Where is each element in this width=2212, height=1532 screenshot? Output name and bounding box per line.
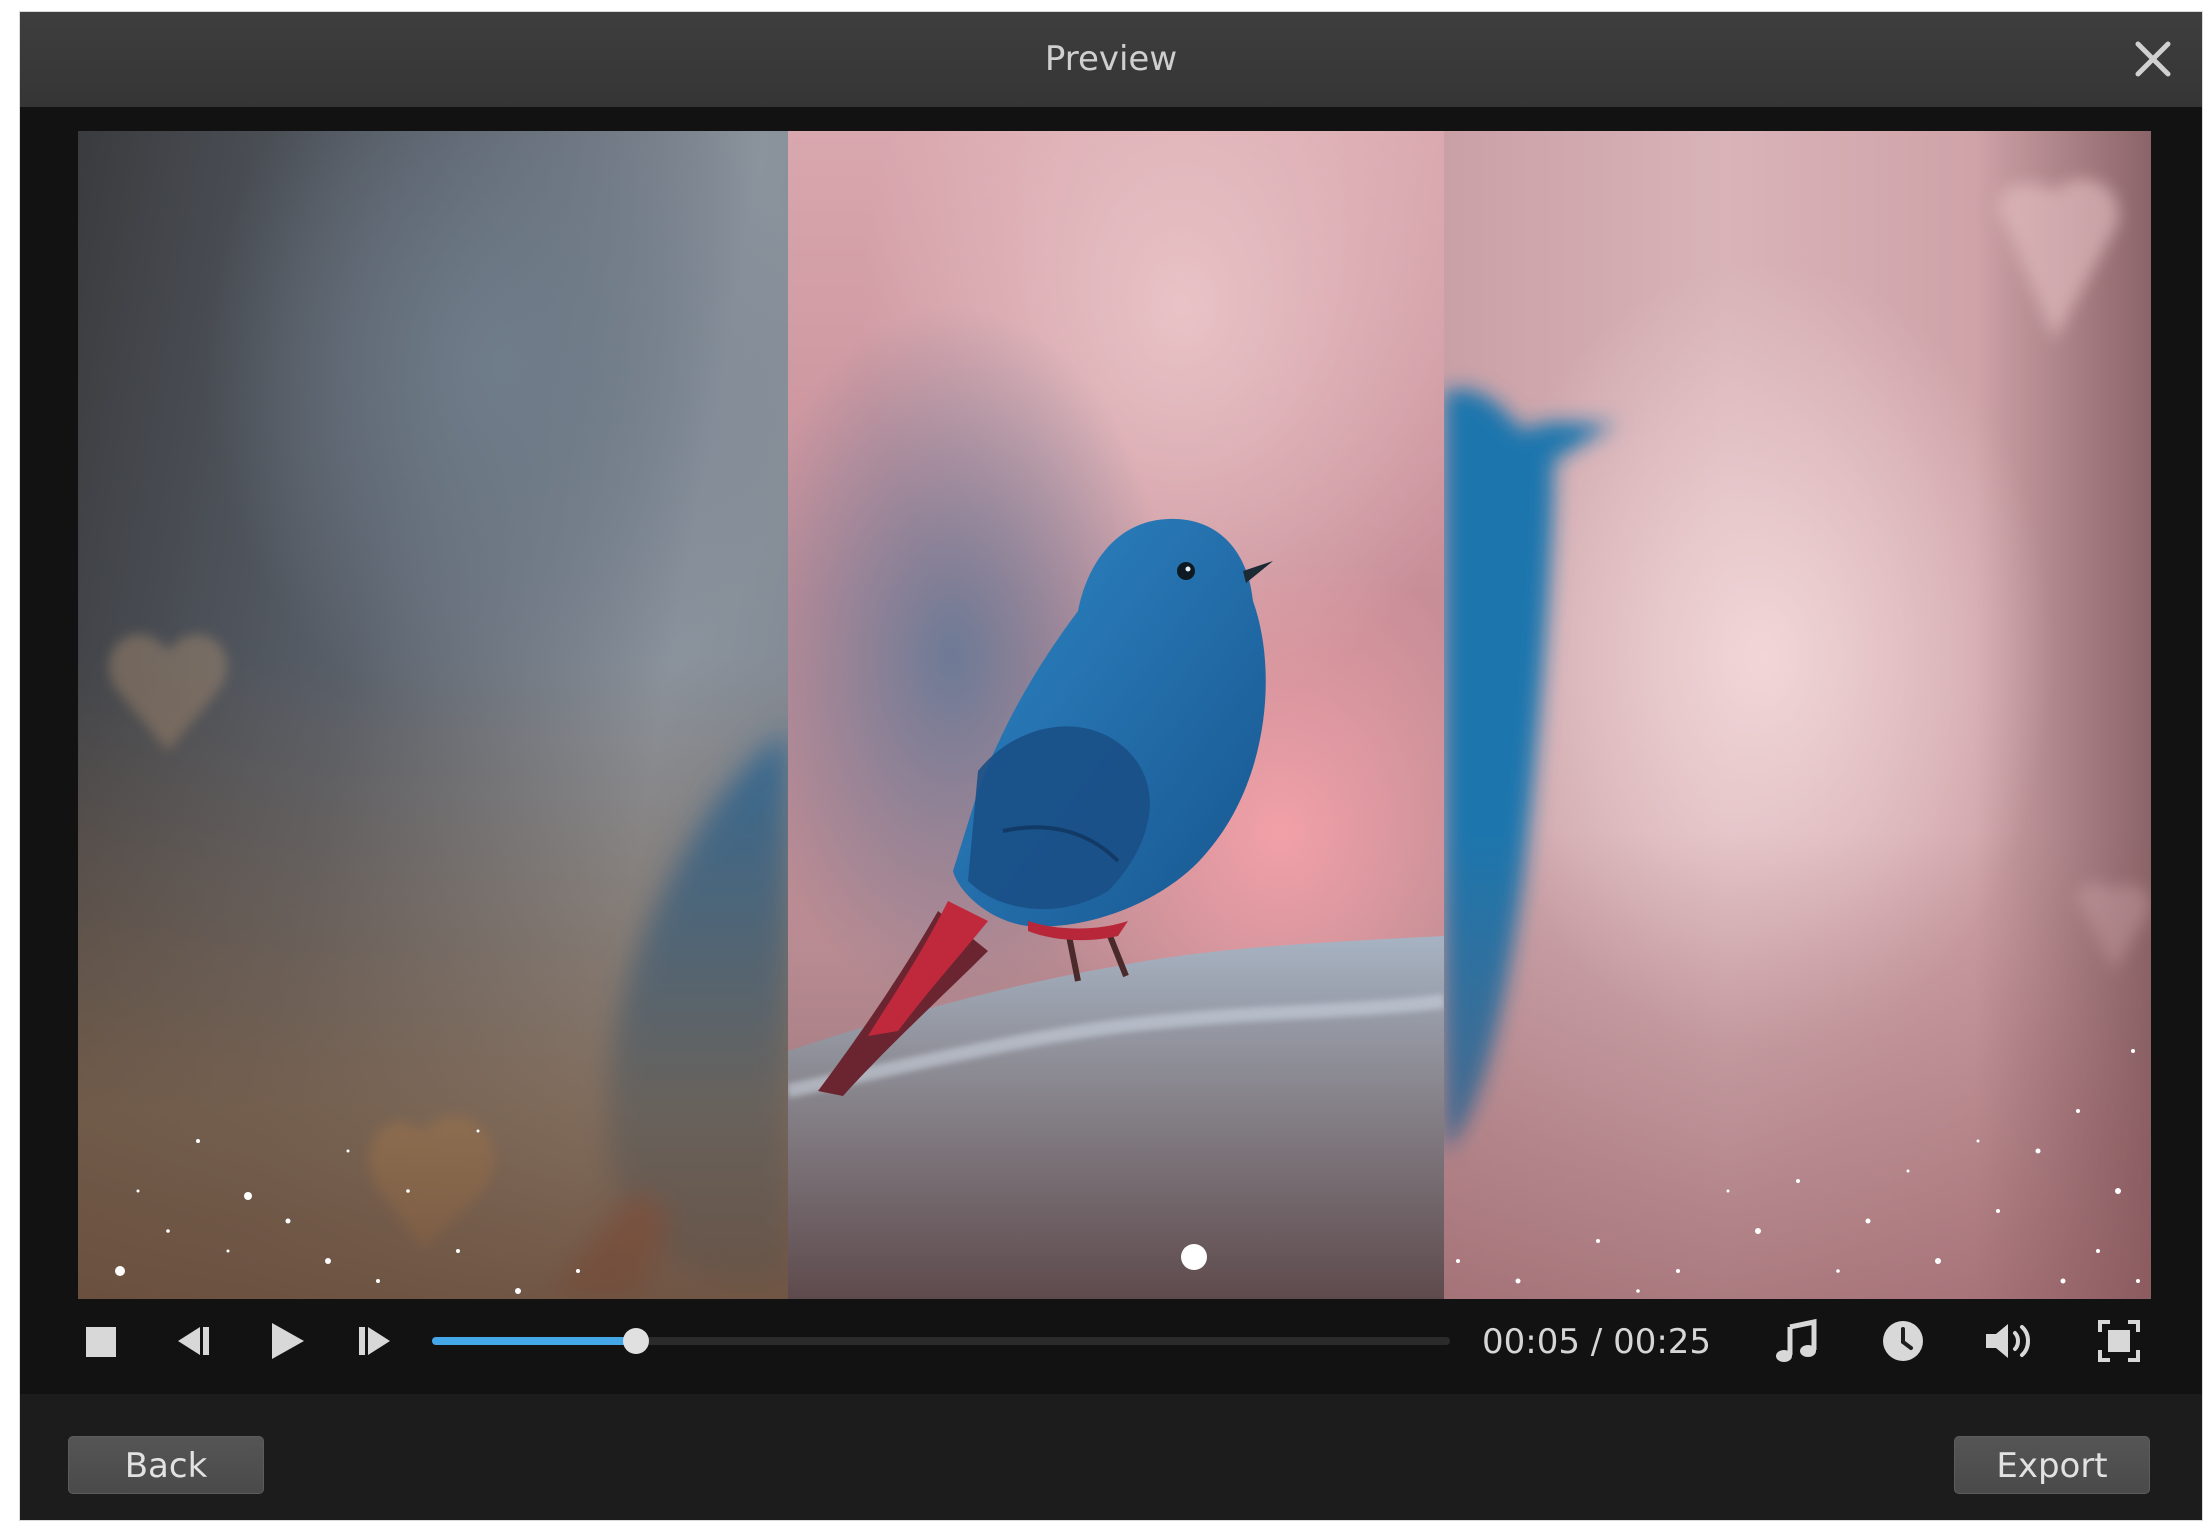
fullscreen-button[interactable] — [2096, 1318, 2142, 1364]
progress-fill — [432, 1337, 636, 1345]
next-frame-button[interactable] — [354, 1319, 398, 1363]
play-icon — [272, 1323, 304, 1359]
progress-slider[interactable] — [432, 1328, 1450, 1354]
previous-frame-button[interactable] — [170, 1319, 214, 1363]
export-button[interactable]: Export — [1954, 1436, 2150, 1494]
close-button[interactable] — [2130, 36, 2176, 82]
clock-icon — [1883, 1321, 1923, 1361]
preview-dialog: Preview 00:05 / 00:25 Back Export — [20, 12, 2202, 1520]
total-time: 00:25 — [1613, 1322, 1712, 1362]
volume-icon — [1986, 1324, 2030, 1358]
video-preview-area: 00:05 / 00:25 — [20, 107, 2202, 1394]
play-button[interactable] — [262, 1317, 310, 1365]
back-button[interactable]: Back — [68, 1436, 264, 1494]
stop-button[interactable] — [80, 1321, 120, 1361]
time-readout: 00:05 / 00:25 — [1482, 1319, 1711, 1365]
title-bar: Preview — [20, 12, 2202, 107]
fullscreen-icon — [2098, 1320, 2140, 1362]
volume-button[interactable] — [1982, 1318, 2036, 1364]
duration-button[interactable] — [1880, 1318, 1926, 1364]
dialog-title: Preview — [1044, 39, 1178, 79]
close-icon — [2135, 41, 2171, 77]
progress-handle[interactable] — [622, 1328, 649, 1354]
sparkle-overlay — [115, 1049, 2140, 1294]
previous-frame-icon — [178, 1327, 209, 1355]
stop-icon — [86, 1327, 116, 1357]
next-frame-icon — [359, 1327, 390, 1355]
dialog-footer: Back Export — [20, 1394, 2202, 1520]
video-frame[interactable] — [78, 131, 2151, 1299]
time-separator: / — [1590, 1322, 1603, 1362]
current-time: 00:05 — [1482, 1322, 1580, 1362]
playback-controls: 00:05 / 00:25 — [20, 1299, 2202, 1394]
music-button[interactable] — [1772, 1317, 1822, 1367]
music-note-icon — [1776, 1318, 1817, 1362]
